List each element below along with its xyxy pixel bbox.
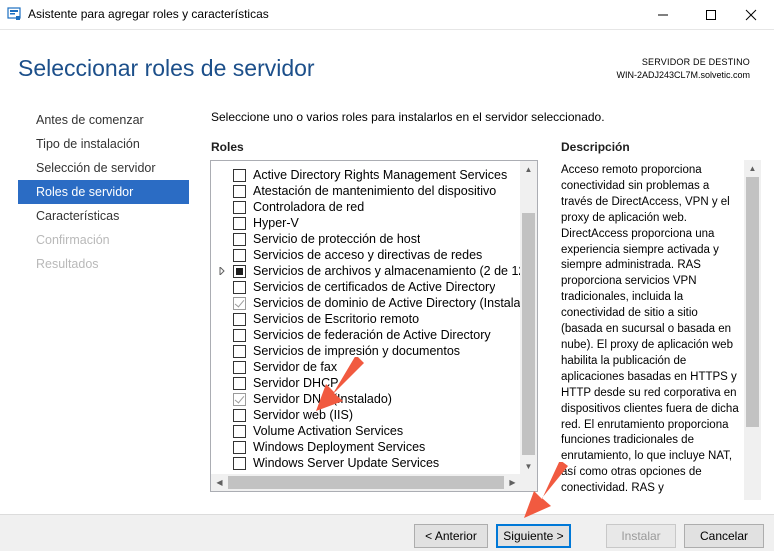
- role-label: Active Directory Rights Management Servi…: [253, 168, 508, 182]
- nav-step-before-you-begin[interactable]: Antes de comenzar: [18, 108, 189, 132]
- role-checkbox[interactable]: [233, 265, 246, 278]
- role-list-item[interactable]: Hyper-V: [211, 215, 519, 231]
- description-heading: Descripción: [561, 140, 630, 154]
- role-checkbox[interactable]: [233, 457, 246, 470]
- role-label: Hyper-V: [253, 216, 299, 230]
- role-list-item[interactable]: Servicios de federación de Active Direct…: [211, 327, 519, 343]
- role-list-item[interactable]: Active Directory Rights Management Servi…: [211, 167, 519, 183]
- roles-vertical-scrollbar[interactable]: ▲ ▼: [520, 161, 537, 475]
- role-list-item[interactable]: Servicio de protección de host: [211, 231, 519, 247]
- maximize-icon: [706, 10, 716, 20]
- roles-horizontal-scrollbar[interactable]: ◀ ▶: [211, 474, 521, 491]
- role-label: Servicios de certificados de Active Dire…: [253, 280, 496, 294]
- description-scroll-thumb[interactable]: [746, 177, 759, 427]
- role-list-item[interactable]: Servicios de Escritorio remoto: [211, 311, 519, 327]
- role-label: Controladora de red: [253, 200, 365, 214]
- role-label: Servicios de federación de Active Direct…: [253, 328, 491, 342]
- scroll-up-icon[interactable]: ▲: [520, 161, 537, 178]
- page-title: Seleccionar roles de servidor: [18, 55, 315, 81]
- role-checkbox[interactable]: [233, 329, 246, 342]
- expand-arrow-icon[interactable]: [218, 267, 226, 275]
- cancel-button[interactable]: Cancelar: [684, 524, 764, 548]
- role-label: Servicio de protección de host: [253, 232, 421, 246]
- roles-list: Active Directory Rights Management Servi…: [211, 167, 521, 471]
- previous-button[interactable]: < Anterior: [414, 524, 488, 548]
- role-checkbox[interactable]: [233, 441, 246, 454]
- title-bar: Asistente para agregar roles y caracterí…: [0, 0, 774, 30]
- role-checkbox[interactable]: [233, 313, 246, 326]
- annotation-arrow-icon: [316, 357, 364, 411]
- role-label: Atestación de mantenimiento del disposit…: [253, 184, 497, 198]
- role-list-item[interactable]: Servicios de archivos y almacenamiento (…: [211, 263, 521, 279]
- roles-heading: Roles: [211, 140, 244, 154]
- role-checkbox[interactable]: [233, 409, 246, 422]
- role-label: Servicios de acceso y directivas de rede…: [253, 248, 483, 262]
- wizard-steps-nav: Antes de comenzar Tipo de instalación Se…: [18, 108, 189, 276]
- role-list-item[interactable]: Servicios de dominio de Active Directory…: [211, 295, 521, 311]
- role-checkbox[interactable]: [233, 345, 246, 358]
- role-list-item[interactable]: Windows Server Update Services: [211, 455, 519, 471]
- role-checkbox: [233, 393, 246, 406]
- role-label: Servicios de dominio de Active Directory…: [253, 296, 521, 310]
- server-manager-icon: [7, 7, 21, 20]
- role-label: Volume Activation Services: [253, 424, 404, 438]
- description-panel: Acceso remoto proporciona conectividad s…: [561, 160, 761, 500]
- role-checkbox[interactable]: [233, 217, 246, 230]
- role-checkbox[interactable]: [233, 249, 246, 262]
- roles-vertical-scroll-thumb[interactable]: [522, 213, 535, 455]
- scroll-up-icon[interactable]: ▲: [744, 160, 761, 177]
- annotation-arrow-icon: [524, 462, 568, 518]
- window-title: Asistente para agregar roles y caracterí…: [28, 7, 269, 21]
- description-scrollbar[interactable]: ▲: [744, 160, 761, 500]
- nav-step-server-roles[interactable]: Roles de servidor: [18, 180, 189, 204]
- role-list-item[interactable]: Windows Deployment Services: [211, 439, 519, 455]
- install-button: Instalar: [606, 524, 676, 548]
- close-icon: [745, 9, 757, 21]
- role-list-item[interactable]: Servicios de acceso y directivas de rede…: [211, 247, 519, 263]
- role-list-item[interactable]: Servicios de certificados de Active Dire…: [211, 279, 519, 295]
- role-list-item[interactable]: Atestación de mantenimiento del disposit…: [211, 183, 519, 199]
- nav-step-confirmation: Confirmación: [36, 233, 110, 247]
- role-checkbox[interactable]: [233, 233, 246, 246]
- roles-horizontal-scroll-thumb[interactable]: [228, 476, 504, 489]
- role-checkbox[interactable]: [233, 169, 246, 182]
- role-label: Windows Deployment Services: [253, 440, 426, 454]
- roles-list-box: Active Directory Rights Management Servi…: [210, 160, 538, 492]
- nav-step-installation-type[interactable]: Tipo de instalación: [18, 132, 189, 156]
- minimize-button[interactable]: [640, 0, 686, 30]
- nav-step-server-selection[interactable]: Selección de servidor: [18, 156, 189, 180]
- scroll-left-icon[interactable]: ◀: [211, 474, 228, 491]
- role-label: Windows Server Update Services: [253, 456, 440, 470]
- role-checkbox[interactable]: [233, 425, 246, 438]
- destination-server-name: WIN-2ADJ243CL7M.solvetic.com: [616, 70, 750, 80]
- role-label: Servicios de archivos y almacenamiento (…: [253, 264, 521, 278]
- role-list-item[interactable]: Controladora de red: [211, 199, 519, 215]
- role-checkbox[interactable]: [233, 201, 246, 214]
- role-checkbox: [233, 297, 246, 310]
- destination-server-label: SERVIDOR DE DESTINO: [641, 57, 750, 67]
- role-label: Servicios de Escritorio remoto: [253, 312, 420, 326]
- next-button[interactable]: Siguiente >: [496, 524, 571, 548]
- minimize-icon: [658, 14, 668, 16]
- instruction-text: Seleccione uno o varios roles para insta…: [211, 110, 605, 124]
- role-checkbox[interactable]: [233, 185, 246, 198]
- nav-step-results: Resultados: [36, 257, 99, 271]
- role-list-item[interactable]: Volume Activation Services: [211, 423, 519, 439]
- role-checkbox[interactable]: [233, 361, 246, 374]
- description-text: Acceso remoto proporciona conectividad s…: [561, 164, 739, 495]
- role-checkbox[interactable]: [233, 281, 246, 294]
- close-button[interactable]: [728, 0, 774, 30]
- nav-step-features[interactable]: Características: [18, 204, 189, 228]
- role-checkbox[interactable]: [233, 377, 246, 390]
